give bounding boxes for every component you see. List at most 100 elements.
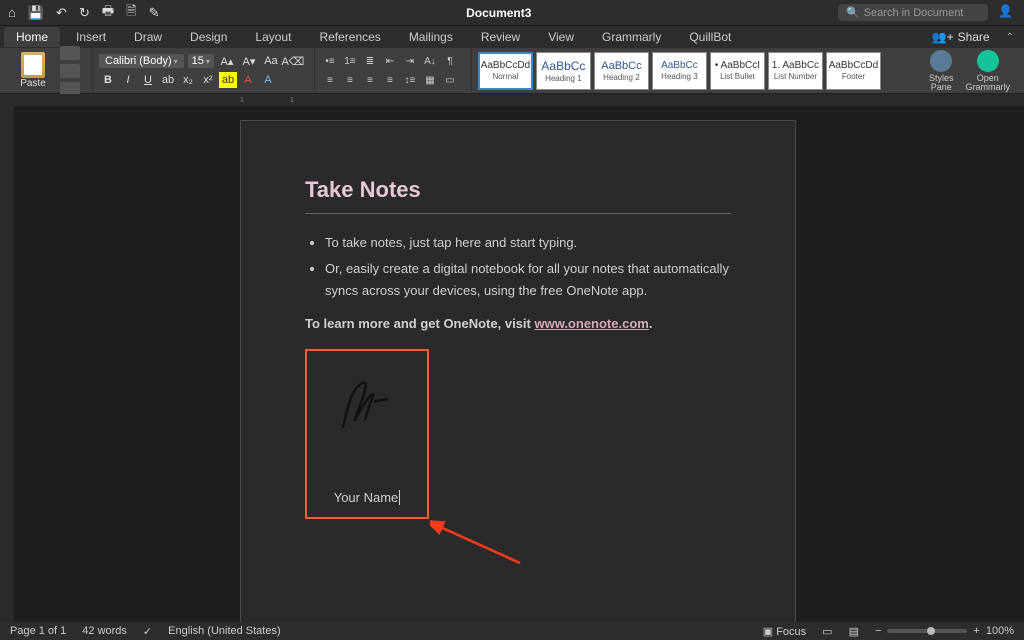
cut-button[interactable] — [60, 46, 80, 60]
styles-gallery: AaBbCcDd Normal AaBbCc Heading 1 AaBbCc … — [471, 48, 887, 93]
style-heading2[interactable]: AaBbCc Heading 2 — [594, 52, 649, 90]
list-item[interactable]: Or, easily create a digital notebook for… — [325, 258, 731, 302]
language-indicator[interactable]: English (United States) — [168, 625, 281, 637]
web-layout-view-button[interactable]: ▤ — [849, 625, 859, 638]
shading-button[interactable]: ▦ — [421, 72, 439, 88]
increase-indent-button[interactable]: ⇥ — [401, 53, 419, 69]
tab-layout[interactable]: Layout — [243, 27, 303, 47]
bold-button[interactable]: B — [99, 72, 117, 88]
share-icon: 👥+ — [932, 30, 954, 44]
clear-formatting-button[interactable]: A⌫ — [284, 53, 302, 69]
share-button[interactable]: 👥+ Share — [932, 30, 996, 44]
font-color-button[interactable]: A — [239, 72, 257, 88]
edit-icon[interactable]: ✎ — [149, 5, 160, 21]
open-grammarly-button[interactable]: Open Grammarly — [966, 50, 1011, 92]
user-icon[interactable]: 👤 — [998, 4, 1016, 22]
multilevel-list-button[interactable]: ≣ — [361, 53, 379, 69]
save-icon[interactable]: 💾 — [28, 5, 44, 21]
styles-pane-button[interactable]: Styles Pane — [929, 50, 954, 92]
superscript-button[interactable]: x² — [199, 72, 217, 88]
list-item[interactable]: To take notes, just tap here and start t… — [325, 232, 731, 254]
tab-insert[interactable]: Insert — [64, 27, 118, 47]
ribbon: Paste Calibri (Body)▾ 15▾ A▴ A▾ Aa A⌫ — [0, 48, 1024, 94]
horizontal-ruler[interactable]: 1 1 — [0, 94, 1024, 106]
zoom-control[interactable]: − + 100% — [875, 625, 1014, 637]
style-normal[interactable]: AaBbCcDd Normal — [478, 52, 533, 90]
paste-label: Paste — [20, 78, 46, 89]
tab-review[interactable]: Review — [469, 27, 532, 47]
spellcheck-icon[interactable]: ✓ — [143, 625, 152, 638]
tab-references[interactable]: References — [307, 27, 392, 47]
zoom-value[interactable]: 100% — [986, 625, 1014, 637]
style-list-bullet[interactable]: AaBbCcI List Bullet — [710, 52, 765, 90]
strikethrough-button[interactable]: ab — [159, 72, 177, 88]
style-footer[interactable]: AaBbCcDd Footer — [826, 52, 881, 90]
increase-font-button[interactable]: A▴ — [218, 53, 236, 69]
numbering-button[interactable]: 1≡ — [341, 53, 359, 69]
collapse-ribbon-icon[interactable]: ⌃ — [1000, 32, 1020, 43]
style-list-number[interactable]: AaBbCc List Number — [768, 52, 823, 90]
bullets-button[interactable]: •≡ — [321, 53, 339, 69]
show-marks-button[interactable]: ¶ — [441, 53, 459, 69]
title-bar: ⌂ 💾 ↶ ↻ 🖶 🗎 ✎ Document3 🔍 Search in Docu… — [0, 0, 1024, 26]
share-label: Share — [958, 30, 990, 44]
decrease-font-button[interactable]: A▾ — [240, 53, 258, 69]
underline-button[interactable]: U — [139, 72, 157, 88]
tab-view[interactable]: View — [536, 27, 586, 47]
signature-image[interactable] — [327, 363, 407, 443]
window-title: Document3 — [170, 6, 829, 20]
sort-button[interactable]: A↓ — [421, 53, 439, 69]
decrease-indent-button[interactable]: ⇤ — [381, 53, 399, 69]
change-case-button[interactable]: Aa — [262, 53, 280, 69]
onenote-link[interactable]: www.onenote.com — [534, 316, 648, 331]
search-input[interactable]: 🔍 Search in Document — [838, 4, 988, 21]
tab-grammarly[interactable]: Grammarly — [590, 27, 673, 47]
align-right-button[interactable]: ≡ — [361, 72, 379, 88]
doc-bullet-list[interactable]: To take notes, just tap here and start t… — [325, 232, 731, 302]
style-heading1[interactable]: AaBbCc Heading 1 — [536, 52, 591, 90]
style-heading3[interactable]: AaBbCc Heading 3 — [652, 52, 707, 90]
search-icon: 🔍 — [846, 6, 860, 19]
paste-button[interactable]: Paste — [10, 52, 56, 89]
clipboard-icon — [21, 52, 45, 78]
highlight-button[interactable]: ab — [219, 72, 237, 88]
font-family-select[interactable]: Calibri (Body)▾ — [99, 54, 184, 68]
justify-button[interactable]: ≡ — [381, 72, 399, 88]
focus-mode-button[interactable]: ▣ Focus — [763, 625, 806, 638]
align-center-button[interactable]: ≡ — [341, 72, 359, 88]
copy-button[interactable] — [60, 64, 80, 78]
zoom-slider[interactable] — [887, 629, 967, 633]
undo-icon[interactable]: ↶ — [56, 5, 67, 21]
font-size-select[interactable]: 15▾ — [188, 54, 214, 68]
borders-button[interactable]: ▭ — [441, 72, 459, 88]
font-size-value: 15 — [192, 55, 204, 67]
ribbon-tabs: Home Insert Draw Design Layout Reference… — [0, 26, 1024, 48]
zoom-in-icon[interactable]: + — [973, 625, 979, 637]
signature-name[interactable]: Your Name — [334, 490, 401, 505]
learn-suffix: . — [649, 316, 653, 331]
tab-design[interactable]: Design — [178, 27, 239, 47]
vertical-ruler[interactable] — [0, 106, 14, 622]
tab-quillbot[interactable]: QuillBot — [677, 27, 743, 47]
zoom-out-icon[interactable]: − — [875, 625, 881, 637]
print-icon[interactable]: 🖶 — [102, 2, 114, 24]
learn-prefix: To learn more and get OneNote, visit — [305, 316, 534, 331]
tab-draw[interactable]: Draw — [122, 27, 174, 47]
italic-button[interactable]: I — [119, 72, 137, 88]
tab-mailings[interactable]: Mailings — [397, 27, 465, 47]
tab-home[interactable]: Home — [4, 27, 60, 47]
doc-icon[interactable]: 🗎 — [126, 2, 136, 24]
document-page[interactable]: Take Notes To take notes, just tap here … — [240, 120, 796, 622]
doc-heading[interactable]: Take Notes — [305, 177, 731, 203]
doc-paragraph[interactable]: To learn more and get OneNote, visit www… — [305, 316, 731, 331]
align-left-button[interactable]: ≡ — [321, 72, 339, 88]
text-effects-button[interactable]: A — [259, 72, 277, 88]
word-count[interactable]: 42 words — [82, 625, 127, 637]
print-layout-view-button[interactable]: ▭ — [822, 625, 832, 638]
chevron-down-icon: ▾ — [206, 57, 210, 66]
home-icon[interactable]: ⌂ — [8, 5, 16, 20]
page-indicator[interactable]: Page 1 of 1 — [10, 625, 66, 637]
redo-icon[interactable]: ↻ — [79, 5, 90, 21]
subscript-button[interactable]: x₂ — [179, 72, 197, 88]
line-spacing-button[interactable]: ↕≡ — [401, 72, 419, 88]
